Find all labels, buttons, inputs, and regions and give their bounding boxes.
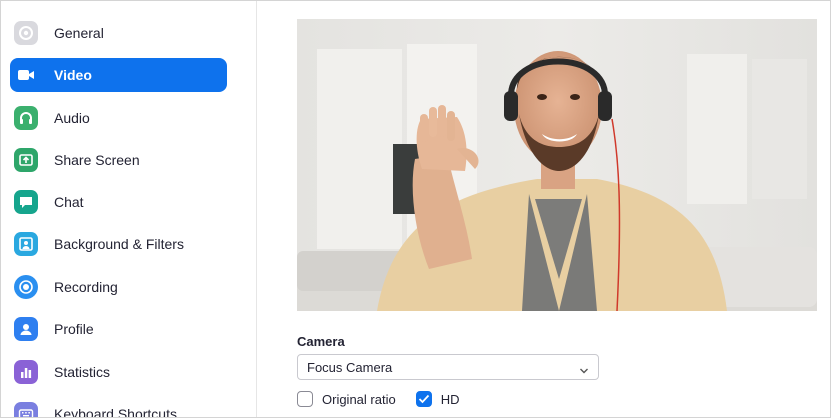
sidebar-item-profile[interactable]: Profile [10,312,227,346]
sidebar-item-label: Share Screen [54,152,140,168]
sidebar-item-video[interactable]: Video [10,58,227,92]
video-options-row: Original ratio HD [297,389,459,409]
sidebar-item-label: Audio [54,110,90,126]
keyboard-icon [14,402,38,417]
sidebar-item-label: Recording [54,279,118,295]
record-icon [14,275,38,299]
sidebar-item-recording[interactable]: Recording [10,270,227,304]
headphones-icon [14,106,38,130]
camera-select-value: Focus Camera [307,359,393,375]
settings-window: General Video Audio Share Screen Chat Ba… [0,0,831,418]
settings-sidebar: General Video Audio Share Screen Chat Ba… [1,1,257,418]
video-camera-icon [14,63,38,87]
sidebar-item-label: Statistics [54,364,111,380]
camera-select[interactable]: Focus Camera [297,354,599,380]
sidebar-item-label: Keyboard Shortcuts [54,406,177,418]
camera-preview [297,19,817,311]
original-ratio-label: Original ratio [322,391,396,407]
sidebar-item-label: Chat [54,194,84,210]
bar-chart-icon [14,360,38,384]
sidebar-item-background-filters[interactable]: Background & Filters [10,227,227,261]
sidebar-item-label: Background & Filters [54,236,184,252]
sidebar-item-general[interactable]: General [10,16,227,50]
hd-label: HD [440,391,460,407]
chat-bubble-icon [14,190,38,214]
sidebar-item-keyboard-shortcuts[interactable]: Keyboard Shortcuts [10,397,227,418]
checkmark-icon [418,394,429,404]
sidebar-item-chat[interactable]: Chat [10,185,227,219]
background-person-icon [14,232,38,256]
sidebar-item-audio[interactable]: Audio [10,101,227,135]
chevron-down-icon [579,363,589,378]
sidebar-item-label: General [54,25,104,41]
profile-person-icon [14,317,38,341]
hd-checkbox[interactable] [415,391,432,407]
camera-preview-image [297,19,817,311]
gear-icon [14,21,38,45]
camera-section-label: Camera [297,334,345,349]
video-settings-panel: Camera Focus Camera Original ratio HD [257,1,830,417]
original-ratio-checkbox[interactable] [297,391,313,407]
share-screen-icon [14,148,38,172]
sidebar-item-label: Video [54,67,92,83]
sidebar-item-label: Profile [54,321,94,337]
sidebar-item-statistics[interactable]: Statistics [10,355,227,389]
sidebar-item-share-screen[interactable]: Share Screen [10,143,227,177]
